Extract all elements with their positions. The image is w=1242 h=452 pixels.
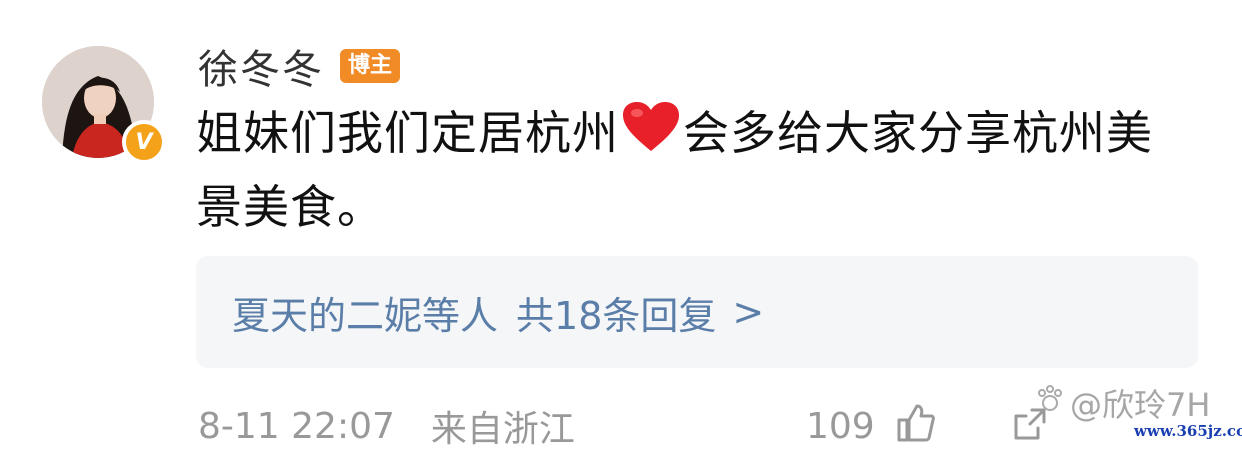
reply-count[interactable]: 共18条回复 [516, 285, 716, 340]
reply-names[interactable]: 夏天的二妮等人 [232, 285, 498, 340]
paw-logo-icon [1034, 383, 1066, 423]
comment-text-part-1: 姐妹们我们定居杭州 [196, 106, 619, 160]
username[interactable]: 徐冬冬 [198, 37, 324, 95]
verified-mark: V [135, 129, 153, 155]
comment-meta: 8-11 22:07 来自浙江 [198, 402, 575, 451]
timestamp: 8-11 22:07 [198, 405, 395, 447]
avatar[interactable]: V [42, 46, 166, 164]
blogger-badge: 博主 [340, 49, 401, 83]
like-group[interactable]: 109 [806, 402, 935, 450]
location: 来自浙江 [430, 409, 575, 450]
comment-header: 徐冬冬 博主 [198, 37, 401, 95]
chevron-right-icon: > [732, 290, 765, 334]
replies-preview[interactable]: 夏天的二妮等人 共18条回复 > [196, 256, 1198, 368]
heart-emoji-icon [621, 101, 681, 172]
like-count: 109 [806, 405, 875, 447]
thumbs-up-icon[interactable] [895, 402, 935, 451]
site-watermark: www.365jz.com [1130, 420, 1242, 442]
verified-badge-icon: V [122, 120, 166, 164]
comment-card: V 徐冬冬 博主 姐妹们我们定居杭州 会多给大家分享杭州美景美食。 夏天的二妮等人… [0, 0, 1242, 450]
comment-text: 姐妹们我们定居杭州 会多给大家分享杭州美景美食。 [196, 98, 1196, 242]
